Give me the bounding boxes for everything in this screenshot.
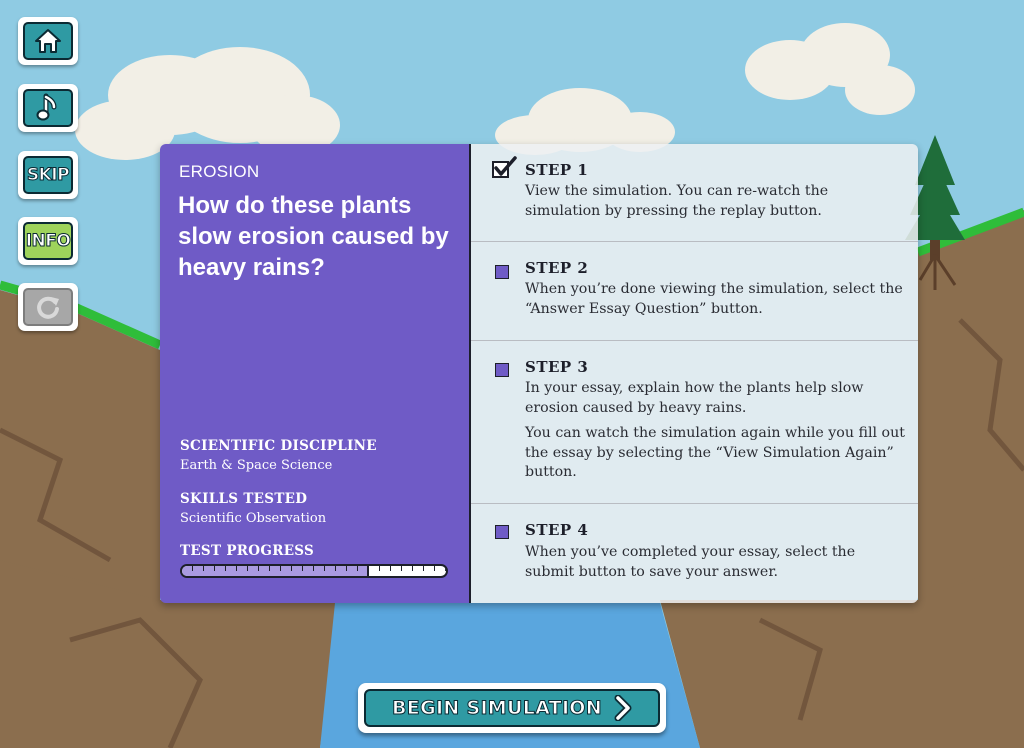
info-button[interactable]: INFO: [18, 217, 78, 265]
home-icon: [35, 29, 61, 53]
checkbox-icon: [495, 363, 509, 377]
skills-value: Scientific Observation: [180, 511, 327, 526]
question-text: How do these plants slow erosion caused …: [178, 192, 449, 281]
step-description: In your essay, explain how the plants he…: [525, 380, 864, 416]
question-panel: EROSION How do these plants slow erosion…: [160, 144, 469, 603]
music-button[interactable]: [18, 84, 78, 132]
music-note-icon: [36, 93, 57, 121]
step-description-extra: You can watch the simulation again while…: [525, 425, 905, 480]
chevron-right-icon: [614, 695, 632, 721]
step-description: View the simulation. You can re-watch th…: [525, 183, 829, 219]
step-title: STEP 2: [525, 259, 589, 277]
skills-heading: SKILLS TESTED: [180, 491, 308, 507]
begin-simulation-button[interactable]: BEGIN SIMULATION: [358, 683, 666, 733]
steps-panel: STEP 1 View the simulation. You can re-w…: [471, 144, 918, 603]
step-item: STEP 2 When you’re done viewing the simu…: [471, 242, 918, 341]
step-item: STEP 1 View the simulation. You can re-w…: [471, 144, 918, 242]
step-item: STEP 4 When you’ve completed your essay,…: [471, 504, 918, 603]
step-title: STEP 4: [525, 521, 589, 539]
step-description: When you’ve completed your essay, select…: [525, 544, 856, 580]
discipline-value: Earth & Space Science: [180, 458, 333, 473]
replay-icon: [37, 296, 59, 319]
begin-simulation-label: BEGIN SIMULATION: [392, 697, 603, 720]
test-progress-bar: [180, 564, 448, 578]
instructions-card: EROSION How do these plants slow erosion…: [160, 144, 918, 603]
topic-label: EROSION: [179, 162, 260, 181]
checkbox-checked-icon: [492, 156, 517, 178]
info-button-label: INFO: [25, 231, 71, 252]
step-title: STEP 1: [525, 161, 589, 179]
discipline-heading: SCIENTIFIC DISCIPLINE: [180, 438, 377, 454]
replay-button[interactable]: [18, 283, 78, 331]
checkbox-icon: [495, 525, 509, 539]
progress-ticks: [182, 566, 446, 576]
home-button[interactable]: [18, 17, 78, 65]
step-title: STEP 3: [525, 358, 589, 376]
skip-button[interactable]: SKIP: [18, 151, 78, 199]
progress-heading: TEST PROGRESS: [180, 543, 315, 559]
step-description: When you’re done viewing the simulation,…: [525, 281, 903, 317]
checkbox-icon: [495, 265, 509, 279]
skip-button-label: SKIP: [26, 165, 70, 186]
step-item: STEP 3 In your essay, explain how the pl…: [471, 341, 918, 504]
